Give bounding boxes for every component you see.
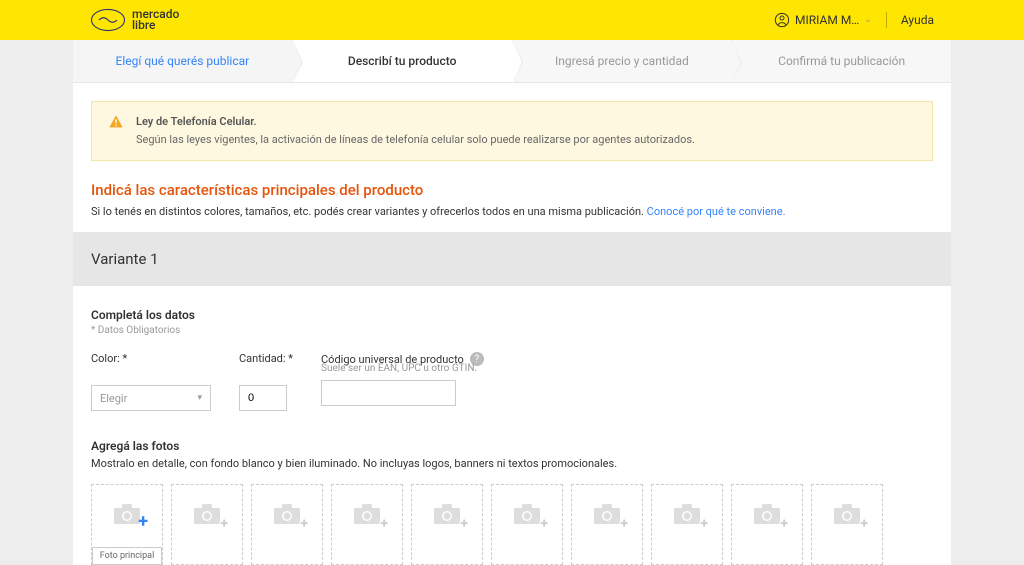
brand-line2: libre (132, 20, 179, 31)
user-icon (774, 12, 790, 28)
camera-icon: + (672, 502, 702, 530)
camera-icon: + (512, 502, 542, 530)
quantity-input[interactable] (239, 385, 287, 411)
step-confirm: Confirmá tu publicación (732, 40, 951, 82)
plus-icon: + (540, 516, 548, 532)
camera-icon: + (752, 502, 782, 530)
plus-icon: + (620, 516, 628, 532)
section-title: Indicá las características principales d… (91, 181, 933, 199)
main-photo-label: Foto principal (92, 547, 162, 565)
warning-icon (108, 114, 124, 130)
learn-more-link[interactable]: Conocé por qué te conviene. (647, 205, 786, 218)
step-price: Ingresá precio y cantidad (513, 40, 733, 82)
camera-icon: + (352, 502, 382, 530)
user-menu[interactable]: MIRIAM M… ⌄ (774, 12, 872, 28)
photos-desc: Mostralo en detalle, con fondo blanco y … (91, 457, 933, 470)
camera-icon: + (272, 502, 302, 530)
handshake-icon (90, 8, 126, 32)
plus-icon: + (138, 511, 148, 532)
required-note: * Datos Obligatorios (91, 325, 933, 336)
help-link[interactable]: Ayuda (901, 13, 934, 27)
color-select[interactable]: Elegir ▾ (91, 385, 211, 411)
progress-stepper: Elegí qué querés publicar Describí tu pr… (73, 40, 951, 83)
code-input[interactable] (321, 380, 456, 406)
step-choose[interactable]: Elegí qué querés publicar (73, 40, 293, 82)
camera-icon: + (432, 502, 462, 530)
camera-icon: + (192, 502, 222, 530)
divider (886, 12, 887, 28)
alert-title: Ley de Telefonía Celular. (136, 114, 695, 131)
alert-body: Según las leyes vigentes, la activación … (136, 133, 695, 146)
plus-icon: + (300, 516, 308, 532)
plus-icon: + (780, 516, 788, 532)
warning-alert: Ley de Telefonía Celular. Según las leye… (91, 101, 933, 161)
top-header: mercado libre MIRIAM M… ⌄ Ayuda (0, 0, 1024, 40)
photos-title: Agregá las fotos (91, 439, 933, 453)
plus-icon: + (380, 516, 388, 532)
step-describe: Describí tu producto (293, 40, 513, 82)
camera-icon: + (832, 502, 862, 530)
color-label: Color: * (91, 352, 211, 365)
code-hint: Suele ser un EAN, UPC u otro GTIN. (321, 363, 484, 374)
plus-icon: + (460, 516, 468, 532)
complete-data-title: Completá los datos (91, 308, 933, 322)
chevron-down-icon: ▾ (197, 393, 202, 403)
section-desc: Si lo tenés en distintos colores, tamaño… (91, 205, 933, 218)
plus-icon: + (860, 516, 868, 532)
chevron-down-icon: ⌄ (864, 15, 872, 25)
variant-header: Variante 1 (73, 232, 951, 286)
quantity-label: Cantidad: * (239, 352, 293, 365)
user-name: MIRIAM M… (795, 13, 859, 27)
plus-icon: + (220, 516, 228, 532)
camera-icon: + (112, 502, 142, 530)
camera-icon: + (592, 502, 622, 530)
main-panel: Elegí qué querés publicar Describí tu pr… (73, 40, 951, 565)
plus-icon: + (700, 516, 708, 532)
brand-logo[interactable]: mercado libre (90, 8, 179, 32)
